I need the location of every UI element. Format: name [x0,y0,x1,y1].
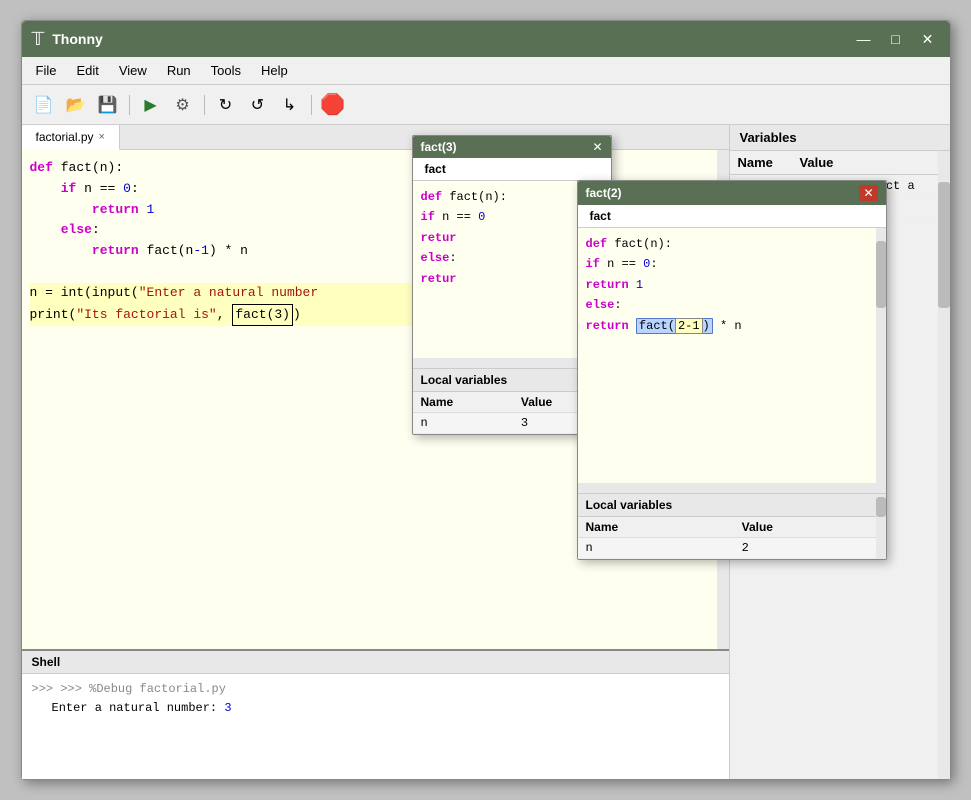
editor-tab-factorial[interactable]: factorial.py × [22,125,120,150]
d2-line3: return 1 [586,275,878,295]
toolbar-separator-3 [311,95,312,115]
shell-line-2: Enter a natural number: 3 [52,699,719,718]
run-button[interactable]: ▶ [137,91,165,119]
shell-input-value: 3 [224,701,231,715]
open-file-button[interactable]: 📂 [62,91,90,119]
d1-line5: retur [421,269,603,289]
d1-line1: def fact(n): [421,187,603,207]
d2-locals-scrollbar-thumb[interactable] [876,497,886,517]
debug-title-bar-fact2: fact(2) ✕ [578,181,886,205]
step-over-button[interactable]: ↻ [212,91,240,119]
variables-scrollbar-thumb[interactable] [938,182,950,308]
toolbar-separator-1 [129,95,130,115]
d1-line3: retur [421,228,603,248]
toolbar-separator-2 [204,95,205,115]
menu-help[interactable]: Help [251,59,298,82]
shell-content[interactable]: >>> >>> %Debug factorial.py Enter a natu… [22,674,729,724]
variables-col-value: Value [791,151,949,175]
toolbar: 📄 📂 💾 ▶ ⚙ ↻ ↺ ↳ 🛑 [22,85,950,125]
debug-code-fact2[interactable]: def fact(n): if n == 0: return 1 else: r… [578,228,886,493]
editor-tab-bar: factorial.py × [22,125,729,150]
maximize-button[interactable]: □ [884,27,908,51]
d1-var-n: n [413,413,513,434]
shell-label: Shell [32,655,61,669]
d1-col-name: Name [413,392,513,413]
debug-tab-fact2[interactable]: fact [578,205,886,228]
d2-scrollbar-thumb[interactable] [876,241,886,307]
menu-file[interactable]: File [26,59,67,82]
debug-title-bar-fact3: fact(3) ✕ [413,136,611,158]
menu-bar: File Edit View Run Tools Help [22,57,950,85]
close-button[interactable]: ✕ [916,27,940,51]
d1-hscrollbar[interactable] [413,358,601,368]
variables-scrollbar[interactable] [938,151,950,779]
step-out-button[interactable]: ↳ [276,91,304,119]
step-into-button[interactable]: ↺ [244,91,272,119]
d2-scrollbar[interactable] [876,228,886,493]
debug-tab-fact3[interactable]: fact [413,158,611,181]
app-title: Thonny [52,31,851,47]
debug-close-fact3[interactable]: ✕ [592,140,602,154]
code-line-1: def fact(n): [30,158,721,179]
shell-debug-cmd: >>> %Debug factorial.py [60,682,226,696]
menu-edit[interactable]: Edit [66,59,108,82]
main-content: factorial.py × def fact(n): if n == 0: r… [22,125,950,779]
menu-tools[interactable]: Tools [201,59,251,82]
debug-close-fact2[interactable]: ✕ [859,185,877,201]
stop-button[interactable]: 🛑 [319,91,347,119]
tab-close-icon[interactable]: × [99,131,105,143]
debug-locals-fact2: Local variables Name Value n 2 [578,493,886,559]
variables-col-name: Name [730,151,792,175]
shell-prompt-symbol: >>> [32,682,61,696]
debug-title-fact3: fact(3) [421,140,457,154]
shell-header: Shell [22,651,729,674]
d2-locals-scrollbar[interactable] [876,494,886,559]
d1-line2: if n == 0 [421,207,603,227]
d2-line5: return fact(2-1) * n [586,316,878,336]
d2-col-name: Name [578,517,734,538]
debug-button[interactable]: ⚙ [169,91,197,119]
d2-var-n: n [578,538,734,559]
variables-header: Variables [730,125,950,151]
menu-view[interactable]: View [109,59,157,82]
shell-output-text: Enter a natural number: [52,701,225,715]
d2-val-n: 2 [734,538,886,559]
save-file-button[interactable]: 💾 [94,91,122,119]
d2-hscrollbar[interactable] [578,483,876,493]
debug-title-fact2: fact(2) [586,186,622,200]
debug-locals-header-fact2: Local variables [578,494,886,517]
d1-line4: else: [421,248,603,268]
tab-label: factorial.py [36,130,94,144]
d2-line2: if n == 0: [586,254,878,274]
app-icon: 𝕋 [32,29,45,50]
window-controls: — □ ✕ [852,27,940,51]
debug-window-fact2: fact(2) ✕ fact def fact(n): if n == 0: r… [577,180,887,560]
title-bar: 𝕋 Thonny — □ ✕ [22,21,950,57]
menu-run[interactable]: Run [157,59,201,82]
new-file-button[interactable]: 📄 [30,91,58,119]
d2-line4: else: [586,295,878,315]
debug-locals-table-fact2: Name Value n 2 [578,517,886,559]
minimize-button[interactable]: — [852,27,876,51]
shell-line-1: >>> >>> %Debug factorial.py [32,680,719,699]
d2-row-n: n 2 [578,538,886,559]
main-window: 𝕋 Thonny — □ ✕ File Edit View Run Tools … [21,20,951,780]
d2-line1: def fact(n): [586,234,878,254]
d2-col-value: Value [734,517,886,538]
shell-panel: Shell >>> >>> %Debug factorial.py Enter … [22,649,729,779]
